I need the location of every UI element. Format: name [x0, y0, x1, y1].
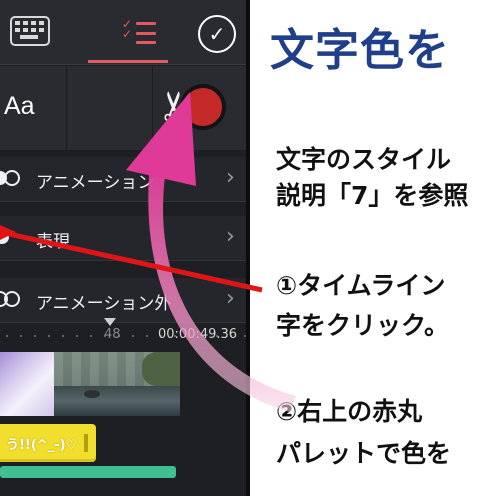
video-clip-1[interactable] [0, 352, 54, 416]
chevron-right-icon: › [226, 165, 235, 190]
text-clip-label: う!!(^_-)♡ [6, 438, 78, 453]
audio-track-bar[interactable] [0, 466, 176, 478]
red-circle-icon[interactable] [180, 84, 226, 130]
timecode: 00:00:49.36 [158, 327, 238, 342]
toggle-icon [0, 230, 9, 244]
clip-bush [142, 352, 180, 386]
guide-text-line: パレットで色を [276, 439, 452, 468]
split-button[interactable]: ✂ [66, 66, 198, 150]
phone-edge [246, 0, 250, 496]
guide-text-line: 文字のスタイル [276, 145, 452, 174]
playhead-marker[interactable] [104, 318, 116, 326]
menu-item-label: 表現 [36, 232, 70, 252]
chevron-right-icon: › [226, 286, 235, 311]
phone-screen: ✓ ✓ ✓ Aa ✂ アニメーション › 表現 › アニメーション外 › 48 … [0, 0, 250, 496]
text-clip[interactable]: う!!(^_-)♡ [0, 424, 96, 462]
confirm-check-button[interactable]: ✓ [198, 15, 236, 53]
menu-item-animation-in[interactable]: アニメーション › [0, 157, 246, 202]
toggle-icon [0, 291, 20, 307]
checklist-icon[interactable]: ✓ ✓ [122, 18, 158, 44]
check-icon: ✓ [208, 22, 226, 46]
ruler-marker-label: 48 [104, 327, 121, 342]
menu-item-expression[interactable]: 表現 › [0, 216, 246, 261]
timeline-ruler[interactable]: 48 00:00:49.36 [0, 318, 246, 346]
top-toolbar: ✓ ✓ ✓ [0, 0, 246, 65]
page-title: 文字色を [270, 25, 450, 76]
clip-stone [84, 390, 100, 398]
guide-text-line: ②右上の赤丸 [276, 397, 423, 426]
menu-item-animation-out[interactable]: アニメーション外 › [0, 278, 246, 323]
keyboard-icon[interactable] [10, 16, 50, 46]
menu-item-label: アニメーション外 [36, 294, 172, 314]
toggle-icon [0, 170, 20, 186]
guide-text-line: ①タイムライン [276, 271, 446, 300]
clip-water [54, 386, 180, 416]
chevron-right-icon: › [226, 224, 235, 249]
video-clip-2[interactable] [54, 352, 180, 416]
guide-text-line: 説明「7」を参照 [276, 181, 469, 210]
active-tab-indicator [88, 60, 168, 63]
text-style-label: Aa [4, 92, 35, 120]
menu-item-label: アニメーション [36, 173, 155, 193]
guide-text-line: 字をクリック。 [276, 311, 450, 340]
clip-trim-handle[interactable] [84, 434, 88, 452]
text-style-button[interactable]: Aa [0, 66, 67, 150]
